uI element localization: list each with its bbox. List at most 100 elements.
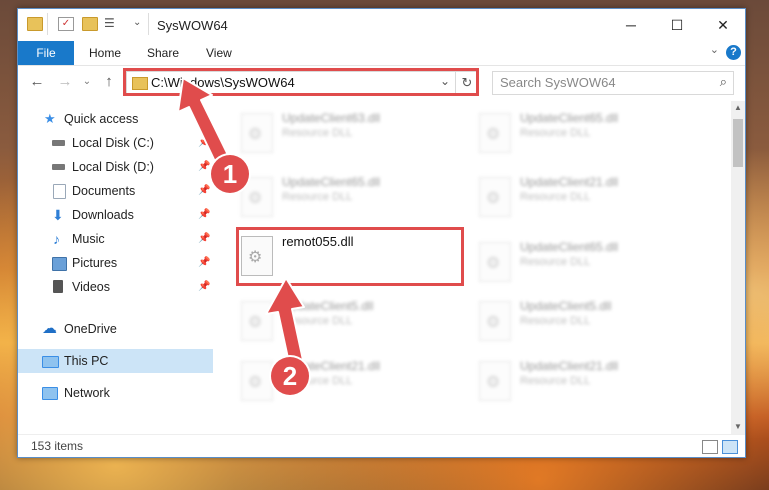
pin-icon[interactable]: 📌 xyxy=(198,227,210,251)
file-type: Resource DLL xyxy=(520,191,591,203)
qat-dropdown-icon[interactable]: ⌄ xyxy=(133,17,141,28)
sidebar-item-label: Downloads xyxy=(72,208,134,222)
navigation-bar: ← → ⌄ ↑ C:\Windows\SysWOW64 ⌄ ↻ Search S… xyxy=(18,66,745,100)
sidebar-item-local-disk-c[interactable]: Local Disk (C:) 📌 xyxy=(18,131,213,155)
sidebar-item-quick-access[interactable]: ★ Quick access xyxy=(18,107,213,131)
navigation-pane: ★ Quick access Local Disk (C:) 📌 Local D… xyxy=(18,101,213,434)
sidebar-item-videos[interactable]: Videos 📌 xyxy=(18,275,213,299)
item-count: 153 items xyxy=(31,439,84,453)
network-icon xyxy=(42,387,58,400)
file-type: Resource DLL xyxy=(520,315,591,327)
large-icons-view-icon[interactable] xyxy=(722,440,738,454)
scroll-down-icon[interactable]: ▼ xyxy=(731,420,745,434)
file-type: Resource DLL xyxy=(520,127,591,139)
step-2-badge: 2 xyxy=(271,357,309,395)
file-name: remot055.dll xyxy=(282,234,354,249)
pin-icon[interactable]: 📌 xyxy=(198,179,210,203)
tab-share[interactable]: Share xyxy=(147,41,179,65)
maximize-button[interactable]: ☐ xyxy=(654,9,700,41)
list-item[interactable]: UpdateClient65.dll Resource DLL xyxy=(234,171,454,225)
dll-file-icon xyxy=(241,361,273,401)
sidebar-item-label: Music xyxy=(72,232,105,246)
sidebar-item-this-pc[interactable]: This PC xyxy=(18,349,213,373)
list-item[interactable]: UpdateClient5.dll Resource DLL xyxy=(472,295,692,349)
tab-file[interactable]: File xyxy=(18,41,74,65)
sidebar-item-onedrive[interactable]: ☁ OneDrive xyxy=(18,317,213,341)
details-view-icon[interactable] xyxy=(702,440,718,454)
pin-icon[interactable]: 📌 xyxy=(198,203,210,227)
sidebar-item-label: Pictures xyxy=(72,256,118,270)
dll-file-icon xyxy=(479,177,511,217)
scrollbar-thumb[interactable] xyxy=(733,119,743,167)
sidebar-item-downloads[interactable]: ⬇ Downloads 📌 xyxy=(18,203,213,227)
address-dropdown-icon[interactable]: ⌄ xyxy=(440,74,450,88)
title-bar: ✓ ☰ ⌄ SysWOW64 ─ ☐ ✕ xyxy=(18,9,745,41)
list-item[interactable]: UpdateClient21.dll Resource DLL xyxy=(472,355,692,409)
vertical-scrollbar[interactable]: ▲ ▼ xyxy=(731,101,745,434)
pin-icon[interactable]: 📌 xyxy=(198,275,210,299)
status-bar: 153 items xyxy=(18,434,745,457)
new-folder-icon[interactable] xyxy=(82,17,98,31)
folder-icon xyxy=(132,77,148,90)
file-type: Resource DLL xyxy=(520,375,591,387)
sidebar-item-label: Local Disk (D:) xyxy=(72,160,154,174)
sidebar-item-pictures[interactable]: Pictures 📌 xyxy=(18,251,213,275)
divider xyxy=(47,13,48,35)
list-item-remot055-dll[interactable]: remot055.dll xyxy=(234,230,454,284)
sidebar-item-label: Local Disk (C:) xyxy=(72,136,154,150)
star-icon: ★ xyxy=(44,111,56,126)
dll-file-icon xyxy=(241,301,273,341)
sidebar-item-label: Documents xyxy=(72,184,136,198)
scroll-up-icon[interactable]: ▲ xyxy=(731,101,745,115)
ribbon-tabs: File Home Share View ⌄ ? xyxy=(18,41,745,66)
up-button[interactable]: ↑ xyxy=(100,72,118,92)
sidebar-item-local-disk-d[interactable]: Local Disk (D:) 📌 xyxy=(18,155,213,179)
file-name: UpdateClient63.dll xyxy=(282,111,381,125)
music-icon: ♪ xyxy=(53,231,60,247)
file-name: UpdateClient5.dll xyxy=(520,299,612,313)
list-item[interactable]: UpdateClient63.dll Resource DLL xyxy=(234,107,454,161)
minimize-button[interactable]: ─ xyxy=(608,9,654,41)
file-name: UpdateClient21.dll xyxy=(520,359,619,373)
dll-file-icon xyxy=(241,236,273,276)
sidebar-item-label: OneDrive xyxy=(64,322,117,336)
refresh-button[interactable]: ↻ xyxy=(455,72,478,94)
file-type: Resource DLL xyxy=(282,191,353,203)
document-icon xyxy=(53,184,66,199)
file-name: UpdateClient5.dll xyxy=(282,299,374,313)
close-button[interactable]: ✕ xyxy=(700,9,745,41)
chevron-down-icon[interactable]: ⌄ xyxy=(710,43,719,56)
tab-view[interactable]: View xyxy=(206,41,232,65)
file-type: Resource DLL xyxy=(282,127,353,139)
dll-file-icon xyxy=(479,301,511,341)
pin-icon[interactable]: 📌 xyxy=(198,131,210,155)
address-bar[interactable]: C:\Windows\SysWOW64 ⌄ ↻ xyxy=(126,71,479,95)
back-button[interactable]: ← xyxy=(28,72,46,92)
list-item[interactable]: UpdateClient21.dll Resource DLL xyxy=(234,355,454,409)
list-item[interactable]: UpdateClient21.dll Resource DLL xyxy=(472,171,692,225)
list-item[interactable]: UpdateClient65.dll Resource DLL xyxy=(472,107,692,161)
pin-icon[interactable]: 📌 xyxy=(198,155,210,179)
sidebar-item-label: This PC xyxy=(64,354,109,368)
cloud-icon: ☁ xyxy=(42,320,57,337)
help-icon[interactable]: ? xyxy=(726,45,741,60)
pin-icon[interactable]: 📌 xyxy=(198,251,210,275)
sidebar-item-documents[interactable]: Documents 📌 xyxy=(18,179,213,203)
tab-home[interactable]: Home xyxy=(89,41,121,65)
search-input[interactable]: Search SysWOW64 xyxy=(500,75,616,90)
list-item[interactable]: UpdateClient5.dll Resource DLL xyxy=(234,295,454,349)
recent-locations-button[interactable]: ⌄ xyxy=(78,72,96,92)
sidebar-item-music[interactable]: ♪ Music 📌 xyxy=(18,227,213,251)
sidebar-item-network[interactable]: Network xyxy=(18,381,213,405)
file-name: UpdateClient21.dll xyxy=(520,175,619,189)
customize-toolbar-icon[interactable]: ☰ xyxy=(104,16,118,30)
file-name: UpdateClient65.dll xyxy=(520,240,619,254)
search-box[interactable]: Search SysWOW64 ⌕ xyxy=(492,71,734,95)
properties-icon[interactable]: ✓ xyxy=(58,17,74,31)
step-1-badge: 1 xyxy=(211,155,249,193)
forward-button[interactable]: → xyxy=(56,72,74,92)
sidebar-item-label: Quick access xyxy=(64,112,139,126)
list-item[interactable]: UpdateClient65.dll Resource DLL xyxy=(472,236,692,290)
address-path: C:\Windows\SysWOW64 xyxy=(151,75,295,90)
file-name: UpdateClient65.dll xyxy=(282,175,381,189)
